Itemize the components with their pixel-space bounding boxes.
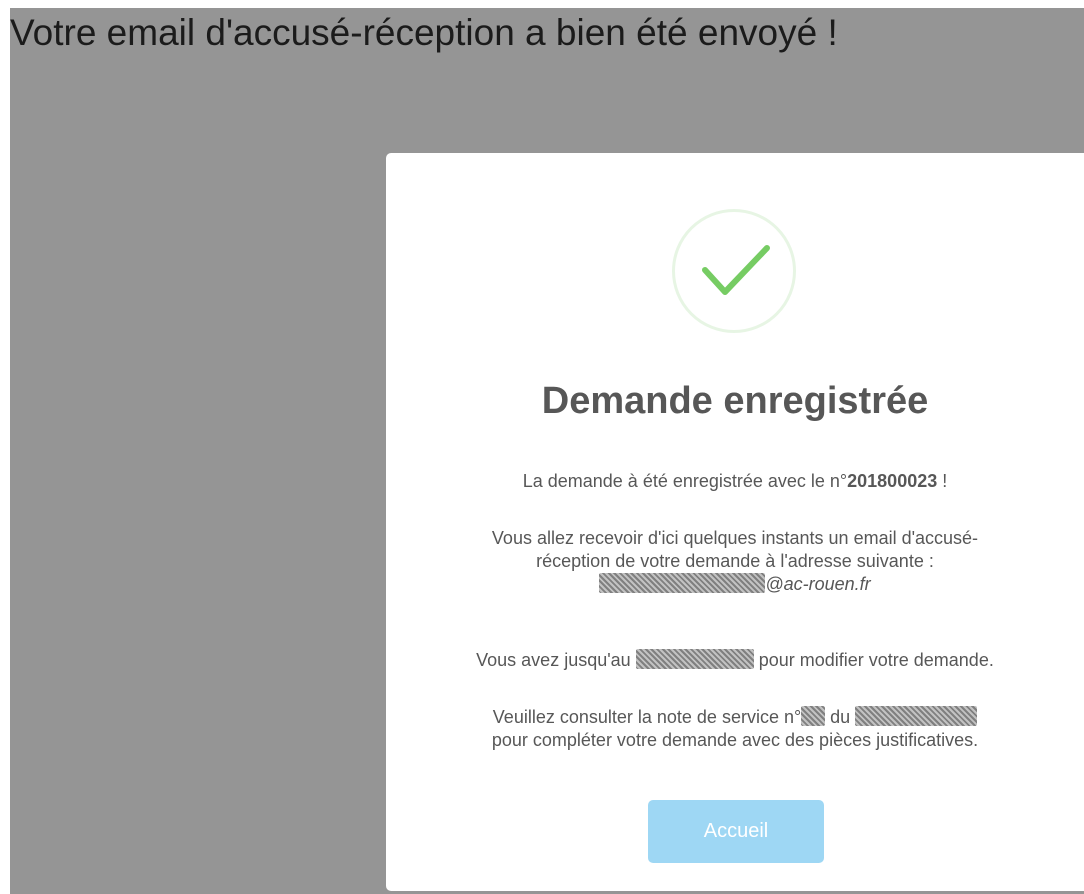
deadline-prefix: Vous avez jusqu'au bbox=[476, 650, 636, 670]
request-number-prefix: La demande à été enregistrée avec le n° bbox=[522, 471, 848, 491]
service-note-text: Veuillez consulter la note de service n°… bbox=[386, 706, 1084, 752]
redacted-note-date bbox=[855, 706, 978, 726]
dialog-title: Demande enregistrée bbox=[541, 380, 929, 422]
redacted-deadline-date bbox=[635, 649, 754, 669]
deadline-suffix: pour modifier votre demande. bbox=[753, 650, 994, 670]
confirmation-dialog: Demande enregistrée La demande à été enr… bbox=[386, 153, 1084, 891]
email-domain: @ac-rouen.fr bbox=[765, 574, 871, 594]
redacted-note-number bbox=[801, 706, 826, 726]
email-notice-line-1: Vous allez recevoir d'ici quelques insta… bbox=[491, 528, 979, 548]
request-number-suffix: ! bbox=[937, 471, 948, 491]
check-icon bbox=[672, 209, 796, 333]
request-number: 201800023 bbox=[847, 471, 938, 491]
service-note-prefix: Veuillez consulter la note de service n° bbox=[492, 707, 802, 727]
deadline-text: Vous avez jusqu'au pour modifier votre d… bbox=[386, 649, 1084, 672]
service-note-line-1: Veuillez consulter la note de service n°… bbox=[386, 706, 1084, 729]
service-note-line-2: pour compléter votre demande avec des pi… bbox=[491, 730, 979, 750]
service-note-mid: du bbox=[825, 707, 856, 727]
redacted-email-user bbox=[599, 573, 766, 593]
email-address: @ac-rouen.fr bbox=[386, 573, 1084, 596]
page-heading: Votre email d'accusé-réception a bien ét… bbox=[10, 12, 838, 53]
request-number-text: La demande à été enregistrée avec le n°2… bbox=[386, 470, 1084, 493]
email-notice-line-2: réception de votre demande à l'adresse s… bbox=[536, 551, 934, 571]
home-button[interactable]: Accueil bbox=[648, 800, 824, 863]
email-notice-text: Vous allez recevoir d'ici quelques insta… bbox=[386, 527, 1084, 596]
